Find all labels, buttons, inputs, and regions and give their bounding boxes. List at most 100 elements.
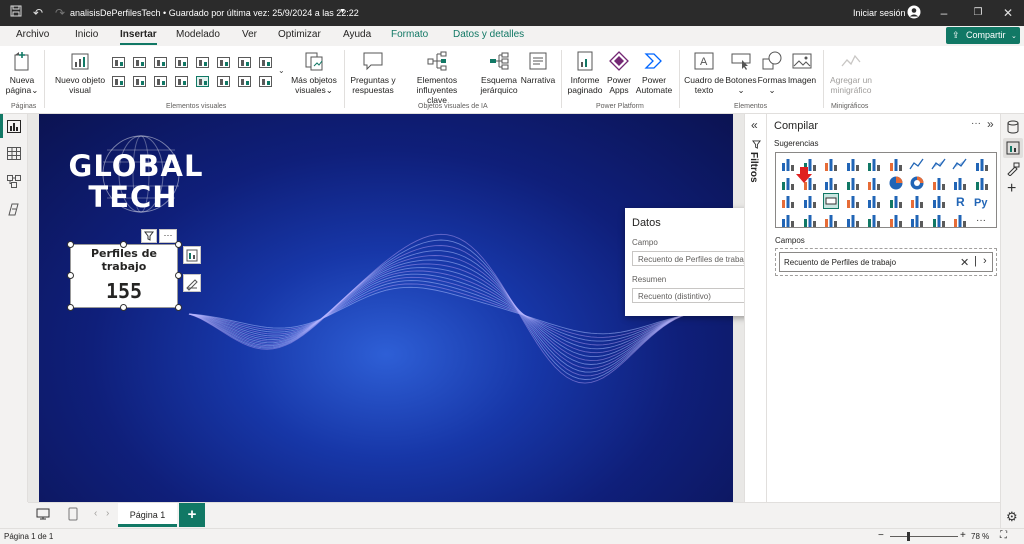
table-icon[interactable] xyxy=(909,193,925,209)
donut-icon[interactable] xyxy=(133,76,146,87)
gauge-icon[interactable] xyxy=(175,76,188,87)
multirow-card-icon[interactable] xyxy=(217,76,230,87)
card-icon[interactable] xyxy=(196,76,209,87)
image-button[interactable]: Imagen xyxy=(787,50,817,85)
stacked-bar-icon[interactable] xyxy=(112,57,125,68)
dax-query-view-icon[interactable] xyxy=(7,203,21,216)
account-avatar-icon[interactable] xyxy=(906,5,922,21)
desktop-layout-icon[interactable] xyxy=(36,507,50,523)
visual-filter-icon[interactable] xyxy=(141,229,157,243)
resize-handle[interactable] xyxy=(67,304,74,311)
collapse-pane-icon[interactable]: » xyxy=(987,117,994,131)
pie-icon[interactable] xyxy=(888,175,904,191)
treemap-icon[interactable] xyxy=(154,76,167,87)
more-visuals-button[interactable]: Más objetos visuales⌄ xyxy=(288,50,340,95)
remove-field-icon[interactable]: ✕ xyxy=(960,256,969,269)
tab-ver[interactable]: Ver xyxy=(242,29,257,40)
field-chevron-right-icon[interactable]: › xyxy=(983,255,987,267)
pane-more-options-icon[interactable]: ··· xyxy=(971,118,981,129)
slicer-icon[interactable] xyxy=(259,76,272,87)
resize-handle[interactable] xyxy=(175,304,182,311)
add-page-icon[interactable]: + xyxy=(179,503,205,527)
next-page-icon[interactable]: › xyxy=(106,508,109,519)
zoom-out-icon[interactable]: − xyxy=(878,530,884,541)
undo-icon[interactable]: ↶ xyxy=(30,5,46,21)
ribbon-icon[interactable] xyxy=(974,156,990,172)
tab-datos-detalles[interactable]: Datos y detalles xyxy=(453,29,524,40)
area-icon[interactable] xyxy=(930,156,947,172)
page-tab-1[interactable]: Página 1 xyxy=(118,503,177,527)
key-influencers-icon[interactable] xyxy=(780,212,796,228)
prev-page-icon[interactable]: ‹ xyxy=(94,508,97,519)
scatter-icon[interactable] xyxy=(866,175,882,191)
funnel-icon[interactable] xyxy=(845,175,861,191)
zoom-slider-thumb[interactable] xyxy=(907,532,910,541)
tab-modelado[interactable]: Modelado xyxy=(176,29,220,40)
clustered-bar-icon[interactable] xyxy=(823,156,839,172)
table-view-icon[interactable] xyxy=(7,147,21,160)
decomposition-tree-button[interactable]: Esquema jerárquico xyxy=(478,50,520,95)
qa-button[interactable]: Preguntas y respuestas xyxy=(350,50,396,95)
card-visual[interactable]: Perfiles de trabajo 155 xyxy=(70,244,178,308)
resize-handle[interactable] xyxy=(67,272,74,279)
line-icon[interactable] xyxy=(196,57,209,68)
resize-handle[interactable] xyxy=(67,241,74,248)
paginated-icon[interactable] xyxy=(866,212,882,228)
table-icon[interactable] xyxy=(259,57,272,68)
paginated-report-button[interactable]: Informe paginado xyxy=(565,50,605,95)
donut-icon[interactable] xyxy=(909,175,925,191)
narrative-icon[interactable] xyxy=(845,212,861,228)
build-pane-icon[interactable] xyxy=(1003,138,1023,158)
azure-map-icon[interactable] xyxy=(780,193,796,209)
multirow-card-icon[interactable] xyxy=(845,193,861,209)
card-icon[interactable] xyxy=(823,193,839,209)
stacked-area-icon[interactable] xyxy=(952,156,968,172)
narrative-button[interactable]: Narrativa xyxy=(520,50,556,85)
clustered-bar-icon[interactable] xyxy=(133,57,146,68)
stacked-column-icon[interactable] xyxy=(154,57,167,68)
area-icon[interactable] xyxy=(217,57,230,68)
python-visual-icon[interactable]: Py xyxy=(974,193,990,209)
power-automate-button[interactable]: Power Automate xyxy=(634,50,674,95)
field-pill[interactable]: Recuento de Perfiles de trabajo ✕ | › xyxy=(779,252,993,272)
clustered-column-icon[interactable] xyxy=(175,57,188,68)
r-visual-icon[interactable]: R xyxy=(952,193,968,209)
power-apps-button[interactable]: Power Apps xyxy=(605,50,633,95)
mobile-layout-icon[interactable] xyxy=(68,507,78,523)
add-pane-icon[interactable]: + xyxy=(1007,180,1016,198)
visual-more-options-icon[interactable]: ··· xyxy=(159,229,177,243)
report-view-icon[interactable] xyxy=(7,120,21,133)
expand-filters-icon[interactable]: « xyxy=(751,118,758,132)
tab-optimizar[interactable]: Optimizar xyxy=(278,29,321,40)
data-pane-icon[interactable] xyxy=(1006,120,1020,136)
share-button[interactable]: ⇪ Compartir ⌄ xyxy=(946,27,1020,44)
decomposition-icon[interactable] xyxy=(802,212,818,228)
buttons-button[interactable]: Botones ⌄ xyxy=(725,50,757,95)
clustered-column-icon[interactable] xyxy=(845,156,861,172)
resize-handle[interactable] xyxy=(120,304,127,311)
title-dropdown-chevron-icon[interactable]: ▼ xyxy=(339,8,346,15)
zoom-in-icon[interactable]: + xyxy=(960,530,966,541)
add-sparkline-button[interactable]: Agregar un minigráfico xyxy=(828,50,874,95)
restore-icon[interactable]: ❐ xyxy=(970,5,986,21)
kpi-icon[interactable] xyxy=(866,193,882,209)
text-box-button[interactable]: A Cuadro de texto xyxy=(683,50,725,95)
fit-to-page-icon[interactable]: ⛶ xyxy=(1000,530,1007,541)
tab-ayuda[interactable]: Ayuda xyxy=(343,29,371,40)
matrix-icon[interactable] xyxy=(931,193,947,209)
resize-handle[interactable] xyxy=(175,272,182,279)
new-visual-button[interactable]: Nuevo objeto visual xyxy=(52,50,108,95)
minimize-icon[interactable]: – xyxy=(936,5,952,21)
100-column-icon[interactable] xyxy=(888,156,904,172)
power-automate-icon[interactable] xyxy=(952,212,968,228)
key-influencers-button[interactable]: Elementos influyentes clave xyxy=(396,50,478,105)
pie-icon[interactable] xyxy=(112,76,125,87)
line-column-icon[interactable] xyxy=(780,175,796,191)
filled-map-icon[interactable] xyxy=(974,175,990,191)
arcgis-icon[interactable] xyxy=(909,212,925,228)
tab-insertar[interactable]: Insertar xyxy=(120,29,157,45)
gauge-icon[interactable] xyxy=(802,193,818,209)
zoom-slider[interactable] xyxy=(890,536,958,537)
format-visual-icon[interactable] xyxy=(183,274,201,292)
tab-formato[interactable]: Formato xyxy=(391,29,428,40)
